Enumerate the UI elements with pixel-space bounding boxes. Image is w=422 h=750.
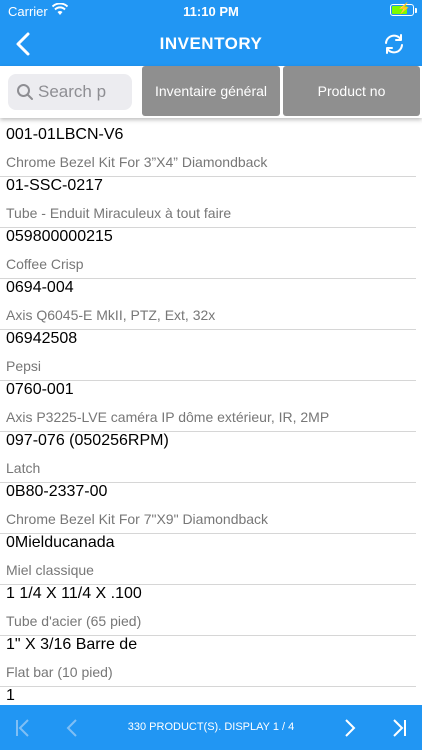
status-time: 11:10 PM [183, 4, 239, 19]
product-description: Latch [6, 460, 41, 476]
refresh-button[interactable] [382, 32, 406, 56]
product-code: 097-076 (050256RPM) [6, 432, 169, 449]
product-description: Tube - Enduit Miraculeux à tout faire [6, 205, 232, 221]
list-item[interactable]: 059800000215 Coffee Crisp [0, 220, 422, 279]
search-input[interactable] [38, 74, 126, 110]
list-item[interactable]: 001-01LBCN-V6 Chrome Bezel Kit For 3”X4” … [0, 118, 422, 177]
product-code: 0Mielducanada [6, 534, 115, 551]
product-description: Miel classique [6, 562, 94, 578]
list-item[interactable]: 06942508 Pepsi [0, 322, 422, 381]
refresh-icon [385, 34, 403, 54]
product-code: 0B80-2337-00 [6, 483, 108, 500]
next-page-icon [345, 719, 356, 737]
list-item[interactable]: 0Mielducanada Miel classique [0, 526, 422, 585]
product-code: 0760-001 [6, 381, 74, 398]
list-item[interactable]: 01-SSC-0217 Tube - Enduit Miraculeux à to… [0, 169, 422, 228]
product-description: Axis P3225-LVE caméra IP dôme extérieur,… [6, 409, 330, 425]
product-code: 06942508 [6, 330, 78, 347]
tab-product-no[interactable]: Product no [283, 66, 420, 116]
product-description: Pepsi [6, 358, 42, 374]
product-code: 0694-004 [6, 279, 74, 296]
product-code: 1 [6, 687, 15, 704]
product-description: Axis Q6045-E MkII, PTZ, Ext, 32x [6, 307, 216, 323]
product-code: 1 1/4 X 11/4 X .100 [6, 585, 142, 602]
search-icon [17, 84, 33, 100]
search-box[interactable] [8, 74, 132, 110]
list-item[interactable]: 0694-004 Axis Q6045-E MkII, PTZ, Ext, 32x [0, 271, 422, 330]
product-list[interactable]: 001-01LBCN-V6 Chrome Bezel Kit For 3”X4” … [0, 118, 422, 705]
next-page-button[interactable] [336, 715, 362, 741]
last-page-icon [393, 719, 406, 737]
page-title: INVENTORY [159, 34, 263, 53]
last-page-button[interactable] [386, 715, 412, 741]
status-bar: Carrier 11:10 PM ⚡ [0, 0, 422, 22]
battery-icon: ⚡ [390, 3, 417, 16]
list-item[interactable]: 0760-001 Axis P3225-LVE caméra IP dôme ex… [0, 373, 422, 432]
tab-inventaire-general[interactable]: Inventaire général [142, 66, 280, 116]
product-description: Chrome Bezel Kit For 7"X9" Diamondback [6, 511, 269, 527]
product-description: Chrome Bezel Kit For 3”X4” Diamondback [6, 154, 268, 170]
product-description: Flat bar (10 pied) [6, 664, 113, 680]
list-item[interactable]: 0B80-2337-00 Chrome Bezel Kit For 7"X9" D… [0, 475, 422, 534]
product-code: 01-SSC-0217 [6, 177, 103, 194]
filter-toolbar: Inventaire général Product no [0, 66, 422, 118]
list-item[interactable]: 097-076 (050256RPM) Latch [0, 424, 422, 483]
product-description: Coffee Crisp [6, 256, 84, 272]
list-item[interactable]: 1" X 3/16 Barre de Flat bar (10 pied) [0, 628, 422, 687]
product-code: 1" X 3/16 Barre de [6, 636, 138, 653]
nav-bar: INVENTORY [0, 24, 422, 64]
product-code: 059800000215 [6, 228, 113, 245]
list-item[interactable]: 1 1/4 X 11/4 X .100 Tube d'acier (65 pied… [0, 577, 422, 636]
app-header: Carrier 11:10 PM ⚡ INVENTORY [0, 0, 422, 66]
pagination-bar: 330 PRODUCT(S). DISPLAY 1 / 4 [0, 705, 422, 750]
product-code: 001-01LBCN-V6 [6, 126, 124, 143]
list-item[interactable]: 1 [0, 679, 422, 705]
product-description: Tube d'acier (65 pied) [6, 613, 142, 629]
